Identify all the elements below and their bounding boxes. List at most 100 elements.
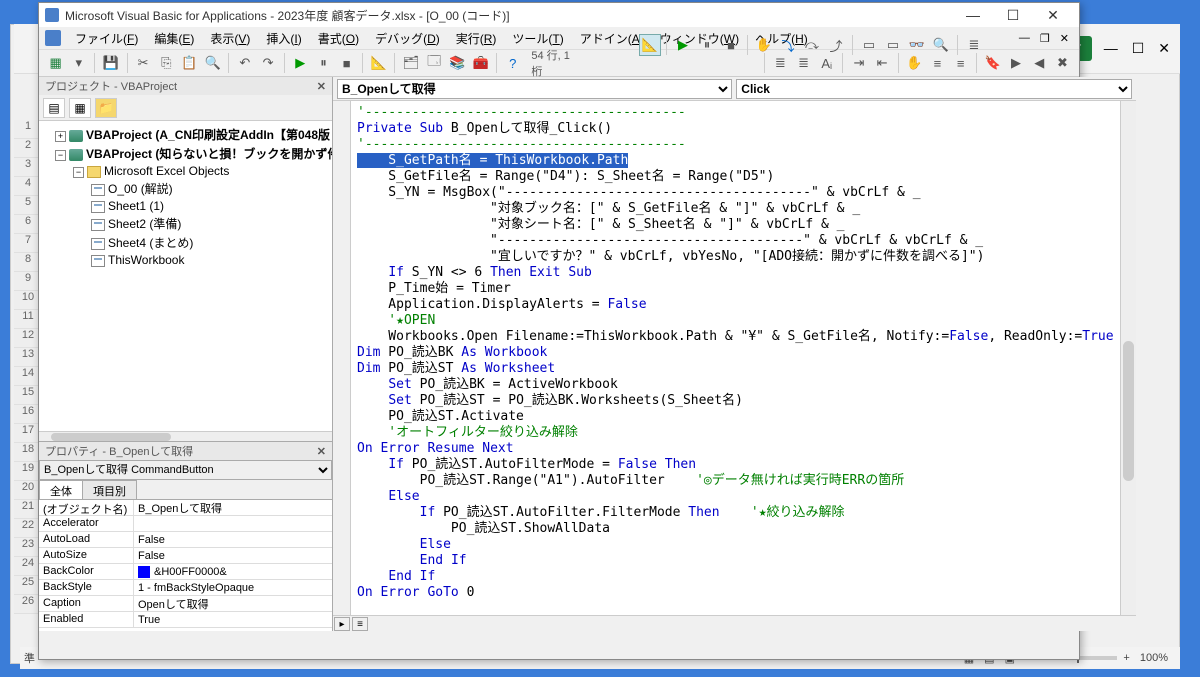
save-icon[interactable]: 💾 [100, 52, 121, 74]
call-stack-icon[interactable]: ≣ [963, 34, 985, 56]
paste-icon[interactable]: 📋 [179, 52, 200, 74]
mdi-close[interactable]: ✕ [1056, 32, 1073, 45]
toggle-breakpoint-icon[interactable]: ✋ [753, 34, 775, 56]
quick-watch-icon[interactable]: 🔍 [930, 34, 952, 56]
property-row[interactable]: CaptionOpenして取得 [39, 596, 332, 612]
prev-bookmark-icon[interactable]: ◀ [1029, 52, 1050, 74]
property-row[interactable]: BackColor&H00FF0000& [39, 564, 332, 580]
property-value[interactable]: 1 - fmBackStyleOpaque [134, 580, 332, 595]
copy-icon[interactable]: ⎘ [156, 52, 177, 74]
project-close-icon[interactable]: ✕ [317, 80, 326, 93]
procedure-view-icon[interactable]: ▸ [334, 617, 350, 631]
view-code-icon[interactable]: ▤ [43, 98, 65, 118]
project-tree[interactable]: +VBAProject (A_CN印刷設定AddIn【第048版 −VBAPro… [39, 121, 332, 431]
project-explorer-icon[interactable]: 🗂 [400, 52, 421, 74]
props-close-icon[interactable]: ✕ [317, 445, 326, 458]
tree-item[interactable]: Sheet4 (まとめ) [108, 236, 193, 250]
menu-d[interactable]: デバッグ(D) [367, 30, 448, 48]
property-row[interactable]: BackStyle1 - fmBackStyleOpaque [39, 580, 332, 596]
toolbox-icon[interactable]: 🧰 [470, 52, 491, 74]
tab-categorized[interactable]: 項目別 [82, 480, 137, 499]
step-over-icon[interactable]: ⤼ [801, 34, 823, 56]
reset-icon[interactable]: ■ [336, 52, 357, 74]
tree-project-2[interactable]: VBAProject (知らないと損！ブックを開かず件数 [86, 147, 332, 161]
property-value[interactable]: &H00FF0000& [134, 564, 332, 579]
property-value[interactable]: Openして取得 [134, 596, 332, 611]
help-icon[interactable]: ? [502, 52, 523, 74]
view-excel-icon[interactable]: ▦ [45, 52, 66, 74]
properties-grid[interactable]: (オブジェクト名)B_Openして取得AcceleratorAutoLoadFa… [39, 500, 332, 631]
stop-icon[interactable]: ■ [720, 34, 742, 56]
menu-e[interactable]: 編集(E) [146, 30, 202, 48]
menu-f[interactable]: ファイル(F) [67, 30, 146, 48]
zoom-level[interactable]: 100% [1140, 652, 1168, 664]
object-browser-icon[interactable]: 📚 [447, 52, 468, 74]
property-row[interactable]: Accelerator [39, 516, 332, 532]
locals-icon[interactable]: ▭ [858, 34, 880, 56]
property-value[interactable] [134, 516, 332, 531]
run-icon[interactable]: ▶ [672, 34, 694, 56]
mdi-minimize[interactable]: — [1015, 32, 1034, 45]
run-sub-icon[interactable]: ▶ [290, 52, 311, 74]
full-module-view-icon[interactable]: ≡ [352, 617, 368, 631]
step-out-icon[interactable]: ⤴ [825, 34, 847, 56]
redo-icon[interactable]: ↷ [257, 52, 278, 74]
step-into-icon[interactable]: ⤵ [777, 34, 799, 56]
bookmark-icon[interactable]: 🔖 [982, 52, 1003, 74]
insert-dropdown-icon[interactable]: ▾ [68, 52, 89, 74]
properties-icon[interactable]: 🗔 [424, 52, 445, 74]
clear-bookmarks-icon[interactable]: ✖ [1052, 52, 1073, 74]
property-row[interactable]: EnabledTrue [39, 612, 332, 628]
undo-icon[interactable]: ↶ [234, 52, 255, 74]
view-object-icon[interactable]: ▦ [69, 98, 91, 118]
zoom-in[interactable]: + [1123, 652, 1129, 664]
menu-t[interactable]: ツール(T) [504, 30, 571, 48]
immediate-icon[interactable]: ▭ [882, 34, 904, 56]
tree-item[interactable]: Sheet1 (1) [108, 199, 164, 213]
procedure-combo[interactable]: Click [736, 79, 1131, 99]
property-value[interactable]: B_Openして取得 [134, 500, 332, 515]
tree-project-1[interactable]: VBAProject (A_CN印刷設定AddIn【第048版 [86, 128, 330, 142]
tree-item[interactable]: Sheet2 (準備) [108, 217, 181, 231]
property-row[interactable]: AutoLoadFalse [39, 532, 332, 548]
code-vscroll[interactable] [1120, 101, 1136, 615]
tree-hscroll[interactable] [39, 431, 332, 441]
property-value[interactable]: False [134, 548, 332, 563]
excel-maximize[interactable]: ☐ [1132, 40, 1145, 57]
code-editor[interactable]: '---------------------------------------… [351, 101, 1120, 615]
menu-i[interactable]: 挿入(I) [258, 30, 309, 48]
excel-minimize[interactable]: — [1104, 40, 1118, 57]
property-value[interactable]: True [134, 612, 332, 627]
menu-r[interactable]: 実行(R) [448, 30, 505, 48]
collapse-icon[interactable]: − [55, 150, 66, 161]
tree-folder[interactable]: Microsoft Excel Objects [104, 164, 229, 178]
pause-icon[interactable]: ⏸ [696, 34, 718, 56]
watch-icon[interactable]: 👓 [906, 34, 928, 56]
property-row[interactable]: (オブジェクト名)B_Openして取得 [39, 500, 332, 516]
property-row[interactable]: AutoSizeFalse [39, 548, 332, 564]
collapse-icon[interactable]: − [73, 167, 84, 178]
design-icon[interactable]: 📐 [368, 52, 389, 74]
tab-alphabetic[interactable]: 全体 [39, 480, 83, 499]
break-icon[interactable]: ⏸ [313, 52, 334, 74]
mdi-restore[interactable]: ❐ [1036, 32, 1054, 45]
maximize-button[interactable]: ☐ [993, 7, 1033, 24]
object-selector[interactable]: B_Openして取得 CommandButton [39, 460, 332, 480]
toggle-folders-icon[interactable]: 📁 [95, 98, 117, 118]
titlebar[interactable]: Microsoft Visual Basic for Applications … [39, 3, 1079, 27]
tree-item[interactable]: ThisWorkbook [108, 253, 184, 267]
excel-close[interactable]: ✕ [1158, 40, 1170, 57]
minimize-button[interactable]: — [953, 7, 993, 23]
find-icon[interactable]: 🔍 [202, 52, 223, 74]
code-margin[interactable] [333, 101, 351, 615]
menu-v[interactable]: 表示(V) [202, 30, 258, 48]
object-combo[interactable]: B_Openして取得 [337, 79, 732, 99]
property-value[interactable]: False [134, 532, 332, 547]
next-bookmark-icon[interactable]: ▶ [1005, 52, 1026, 74]
close-button[interactable]: ✕ [1033, 7, 1073, 24]
expand-icon[interactable]: + [55, 131, 66, 142]
cut-icon[interactable]: ✂ [133, 52, 154, 74]
menu-o[interactable]: 書式(O) [310, 30, 367, 48]
tree-item[interactable]: O_00 (解説) [108, 182, 173, 196]
design-mode-icon[interactable]: 📐 [639, 34, 661, 56]
